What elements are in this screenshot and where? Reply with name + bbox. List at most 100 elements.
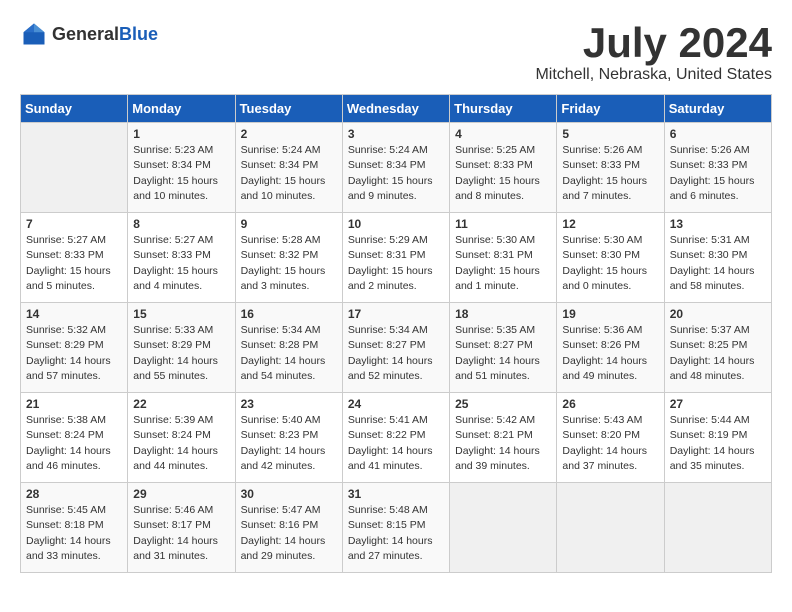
weekday-wednesday: Wednesday — [342, 95, 449, 123]
day-number: 27 — [670, 397, 766, 411]
cell-content: Sunrise: 5:34 AMSunset: 8:27 PMDaylight:… — [348, 323, 444, 384]
calendar-cell: 18 Sunrise: 5:35 AMSunset: 8:27 PMDayligh… — [450, 303, 557, 393]
cell-content: Sunrise: 5:48 AMSunset: 8:15 PMDaylight:… — [348, 503, 444, 564]
cell-content: Sunrise: 5:33 AMSunset: 8:29 PMDaylight:… — [133, 323, 229, 384]
calendar-table: SundayMondayTuesdayWednesdayThursdayFrid… — [20, 94, 772, 573]
day-number: 17 — [348, 307, 444, 321]
page-header: GeneralBlue July 2024 Mitchell, Nebraska… — [20, 20, 772, 84]
calendar-cell: 8 Sunrise: 5:27 AMSunset: 8:33 PMDaylight… — [128, 213, 235, 303]
day-number: 2 — [241, 127, 337, 141]
calendar-cell: 16 Sunrise: 5:34 AMSunset: 8:28 PMDayligh… — [235, 303, 342, 393]
calendar-cell: 21Sunrise: 5:38 AMSunset: 8:24 PMDayligh… — [21, 393, 128, 483]
calendar-cell: 2 Sunrise: 5:24 AMSunset: 8:34 PMDaylight… — [235, 123, 342, 213]
day-number: 14 — [26, 307, 122, 321]
cell-content: Sunrise: 5:27 AMSunset: 8:33 PMDaylight:… — [133, 233, 229, 294]
cell-content: Sunrise: 5:40 AMSunset: 8:23 PMDaylight:… — [241, 413, 337, 474]
month-title: July 2024 — [535, 20, 772, 66]
calendar-cell: 24 Sunrise: 5:41 AMSunset: 8:22 PMDayligh… — [342, 393, 449, 483]
cell-content: Sunrise: 5:23 AMSunset: 8:34 PMDaylight:… — [133, 143, 229, 204]
calendar-cell: 5 Sunrise: 5:26 AMSunset: 8:33 PMDaylight… — [557, 123, 664, 213]
day-number: 9 — [241, 217, 337, 231]
logo-general: General — [52, 24, 119, 44]
calendar-cell: 28Sunrise: 5:45 AMSunset: 8:18 PMDayligh… — [21, 483, 128, 573]
weekday-tuesday: Tuesday — [235, 95, 342, 123]
calendar-cell: 9 Sunrise: 5:28 AMSunset: 8:32 PMDaylight… — [235, 213, 342, 303]
calendar-cell — [557, 483, 664, 573]
day-number: 6 — [670, 127, 766, 141]
calendar-cell: 14Sunrise: 5:32 AMSunset: 8:29 PMDayligh… — [21, 303, 128, 393]
cell-content: Sunrise: 5:24 AMSunset: 8:34 PMDaylight:… — [348, 143, 444, 204]
logo-text: GeneralBlue — [52, 24, 158, 45]
cell-content: Sunrise: 5:30 AMSunset: 8:30 PMDaylight:… — [562, 233, 658, 294]
calendar-week-row: 7 Sunrise: 5:27 AMSunset: 8:33 PMDaylight… — [21, 213, 772, 303]
calendar-cell: 11 Sunrise: 5:30 AMSunset: 8:31 PMDayligh… — [450, 213, 557, 303]
weekday-friday: Friday — [557, 95, 664, 123]
calendar-cell: 20 Sunrise: 5:37 AMSunset: 8:25 PMDayligh… — [664, 303, 771, 393]
location-title: Mitchell, Nebraska, United States — [535, 66, 772, 84]
calendar-cell: 4 Sunrise: 5:25 AMSunset: 8:33 PMDaylight… — [450, 123, 557, 213]
calendar-body: 1 Sunrise: 5:23 AMSunset: 8:34 PMDaylight… — [21, 123, 772, 573]
day-number: 8 — [133, 217, 229, 231]
cell-content: Sunrise: 5:42 AMSunset: 8:21 PMDaylight:… — [455, 413, 551, 474]
cell-content: Sunrise: 5:39 AMSunset: 8:24 PMDaylight:… — [133, 413, 229, 474]
calendar-week-row: 21Sunrise: 5:38 AMSunset: 8:24 PMDayligh… — [21, 393, 772, 483]
cell-content: Sunrise: 5:36 AMSunset: 8:26 PMDaylight:… — [562, 323, 658, 384]
calendar-cell — [450, 483, 557, 573]
day-number: 12 — [562, 217, 658, 231]
cell-content: Sunrise: 5:28 AMSunset: 8:32 PMDaylight:… — [241, 233, 337, 294]
cell-content: Sunrise: 5:37 AMSunset: 8:25 PMDaylight:… — [670, 323, 766, 384]
cell-content: Sunrise: 5:43 AMSunset: 8:20 PMDaylight:… — [562, 413, 658, 474]
calendar-cell: 27 Sunrise: 5:44 AMSunset: 8:19 PMDayligh… — [664, 393, 771, 483]
logo: GeneralBlue — [20, 20, 158, 48]
cell-content: Sunrise: 5:26 AMSunset: 8:33 PMDaylight:… — [670, 143, 766, 204]
weekday-thursday: Thursday — [450, 95, 557, 123]
weekday-saturday: Saturday — [664, 95, 771, 123]
logo-blue: Blue — [119, 24, 158, 44]
cell-content: Sunrise: 5:30 AMSunset: 8:31 PMDaylight:… — [455, 233, 551, 294]
calendar-cell: 13Sunrise: 5:31 AMSunset: 8:30 PMDayligh… — [664, 213, 771, 303]
calendar-cell: 15 Sunrise: 5:33 AMSunset: 8:29 PMDayligh… — [128, 303, 235, 393]
day-number: 24 — [348, 397, 444, 411]
day-number: 7 — [26, 217, 122, 231]
day-number: 4 — [455, 127, 551, 141]
day-number: 22 — [133, 397, 229, 411]
calendar-week-row: 28Sunrise: 5:45 AMSunset: 8:18 PMDayligh… — [21, 483, 772, 573]
calendar-cell: 1 Sunrise: 5:23 AMSunset: 8:34 PMDaylight… — [128, 123, 235, 213]
calendar-cell: 22 Sunrise: 5:39 AMSunset: 8:24 PMDayligh… — [128, 393, 235, 483]
calendar-cell — [664, 483, 771, 573]
cell-content: Sunrise: 5:41 AMSunset: 8:22 PMDaylight:… — [348, 413, 444, 474]
calendar-cell: 26Sunrise: 5:43 AMSunset: 8:20 PMDayligh… — [557, 393, 664, 483]
cell-content: Sunrise: 5:47 AMSunset: 8:16 PMDaylight:… — [241, 503, 337, 564]
weekday-header-row: SundayMondayTuesdayWednesdayThursdayFrid… — [21, 95, 772, 123]
day-number: 21 — [26, 397, 122, 411]
calendar-cell: 10Sunrise: 5:29 AMSunset: 8:31 PMDayligh… — [342, 213, 449, 303]
day-number: 25 — [455, 397, 551, 411]
day-number: 29 — [133, 487, 229, 501]
day-number: 20 — [670, 307, 766, 321]
cell-content: Sunrise: 5:34 AMSunset: 8:28 PMDaylight:… — [241, 323, 337, 384]
cell-content: Sunrise: 5:46 AMSunset: 8:17 PMDaylight:… — [133, 503, 229, 564]
day-number: 3 — [348, 127, 444, 141]
cell-content: Sunrise: 5:27 AMSunset: 8:33 PMDaylight:… — [26, 233, 122, 294]
title-block: July 2024 Mitchell, Nebraska, United Sta… — [535, 20, 772, 84]
cell-content: Sunrise: 5:44 AMSunset: 8:19 PMDaylight:… — [670, 413, 766, 474]
day-number: 1 — [133, 127, 229, 141]
day-number: 11 — [455, 217, 551, 231]
day-number: 5 — [562, 127, 658, 141]
day-number: 18 — [455, 307, 551, 321]
weekday-monday: Monday — [128, 95, 235, 123]
day-number: 15 — [133, 307, 229, 321]
day-number: 30 — [241, 487, 337, 501]
calendar-week-row: 14Sunrise: 5:32 AMSunset: 8:29 PMDayligh… — [21, 303, 772, 393]
cell-content: Sunrise: 5:24 AMSunset: 8:34 PMDaylight:… — [241, 143, 337, 204]
weekday-sunday: Sunday — [21, 95, 128, 123]
calendar-cell: 19Sunrise: 5:36 AMSunset: 8:26 PMDayligh… — [557, 303, 664, 393]
calendar-cell: 17 Sunrise: 5:34 AMSunset: 8:27 PMDayligh… — [342, 303, 449, 393]
cell-content: Sunrise: 5:29 AMSunset: 8:31 PMDaylight:… — [348, 233, 444, 294]
day-number: 16 — [241, 307, 337, 321]
day-number: 13 — [670, 217, 766, 231]
cell-content: Sunrise: 5:25 AMSunset: 8:33 PMDaylight:… — [455, 143, 551, 204]
cell-content: Sunrise: 5:35 AMSunset: 8:27 PMDaylight:… — [455, 323, 551, 384]
calendar-cell — [21, 123, 128, 213]
cell-content: Sunrise: 5:26 AMSunset: 8:33 PMDaylight:… — [562, 143, 658, 204]
